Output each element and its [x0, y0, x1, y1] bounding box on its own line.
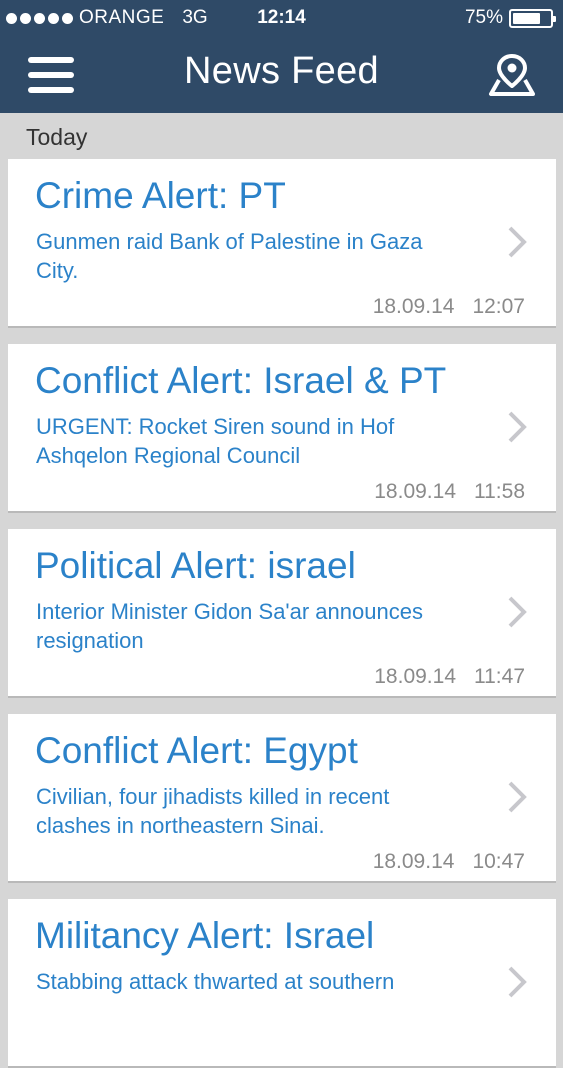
news-item-title: Political Alert: israel: [35, 545, 356, 586]
chevron-right-icon: [508, 966, 527, 998]
news-item-meta: 18.09.14 11:47: [374, 665, 525, 689]
news-item-title: Crime Alert: PT: [35, 175, 286, 216]
news-item[interactable]: Conflict Alert: Israel & PT URGENT: Rock…: [8, 344, 556, 513]
news-item-description: Civilian, four jihadists killed in recen…: [36, 784, 390, 838]
news-item-title: Conflict Alert: Israel & PT: [35, 360, 447, 401]
status-right: 75%: [464, 7, 556, 29]
news-item[interactable]: Conflict Alert: Egypt Civilian, four jih…: [8, 714, 556, 883]
nav-bar: News Feed: [0, 38, 563, 113]
news-item-description: URGENT: Rocket Siren sound in Hof Ashqel…: [36, 414, 395, 468]
battery-fill: [513, 12, 540, 24]
section-header-today: Today: [0, 113, 563, 159]
chevron-right-icon: [508, 226, 527, 258]
news-item-description: Interior Minister Gidon Sa'ar announces …: [36, 599, 423, 653]
news-item-meta: 18.09.14 11:58: [374, 480, 525, 504]
news-item-date: 18.09.14: [374, 665, 456, 688]
chevron-right-icon: [508, 411, 527, 443]
news-item-meta: 18.09.14 10:47: [373, 850, 525, 874]
news-item-title: Militancy Alert: Israel: [35, 915, 375, 956]
news-item-time: 10:47: [472, 850, 525, 873]
news-item-time: 11:47: [474, 665, 525, 688]
news-item-meta: 18.09.14 12:07: [373, 295, 525, 319]
news-item[interactable]: Political Alert: israel Interior Ministe…: [8, 529, 556, 698]
page-title: News Feed: [184, 50, 379, 92]
news-item-date: 18.09.14: [372, 850, 455, 873]
status-bar: ORANGE 3G 12:14 75%: [0, 0, 563, 38]
news-item-description: Stabbing attack thwarted at southern: [36, 969, 395, 994]
chevron-right-icon: [508, 781, 527, 813]
news-item-title: Conflict Alert: Egypt: [35, 730, 358, 771]
news-item[interactable]: Crime Alert: PT Gunmen raid Bank of Pale…: [8, 159, 556, 328]
news-item-time: 11:58: [474, 480, 525, 503]
battery-percent: 75%: [464, 7, 503, 28]
news-item-time: 12:07: [472, 295, 525, 318]
chevron-right-icon: [508, 596, 527, 628]
news-item-date: 18.09.14: [372, 295, 455, 318]
news-item[interactable]: Militancy Alert: Israel Stabbing attack …: [8, 899, 556, 1068]
news-item-date: 18.09.14: [374, 480, 456, 503]
news-item-description: Gunmen raid Bank of Palestine in Gaza Ci…: [36, 229, 423, 283]
map-pin-icon[interactable]: [487, 52, 537, 98]
battery-icon: [509, 8, 556, 28]
